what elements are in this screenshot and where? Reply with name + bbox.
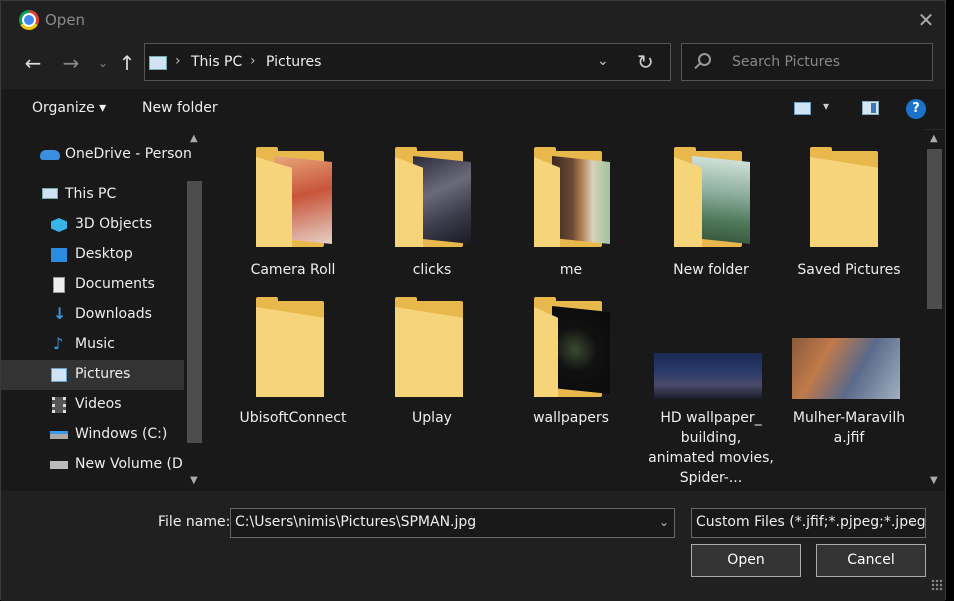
- sidebar-item-windows-c[interactable]: Windows (C:): [1, 420, 184, 450]
- file-name: New folder: [673, 262, 749, 278]
- computer-icon: [42, 188, 58, 199]
- help-icon[interactable]: ?: [906, 99, 926, 119]
- file-list: Camera Roll clicks me New folder Saved P…: [206, 129, 924, 491]
- file-name: me: [559, 262, 583, 278]
- preview-pane-icon[interactable]: [862, 101, 879, 115]
- scroll-up-arrow-icon[interactable]: ▲: [190, 133, 198, 144]
- navigation-pane: OneDrive - Person This PC 3D Objects Des…: [1, 129, 206, 491]
- new-folder-button[interactable]: New folder: [142, 100, 218, 116]
- dialog-footer: File name: C:\Users\nimis\Pictures\SPMAN…: [1, 491, 945, 601]
- file-type-filter-select[interactable]: Custom Files (*.jfif;*.pjpeg;*.jpeg;*.pj…: [691, 508, 926, 538]
- recent-locations-chevron-icon[interactable]: ⌄: [91, 51, 115, 75]
- pictures-location-icon: [149, 56, 167, 70]
- window-title: Open: [45, 11, 86, 29]
- sidebar-item-music[interactable]: ♪ Music: [1, 330, 184, 360]
- breadcrumb-pictures[interactable]: Pictures: [266, 54, 321, 70]
- file-tile-camera-roll[interactable]: Camera Roll: [224, 147, 362, 291]
- file-tile-mulher-maravilha[interactable]: Mulher-Maravilha.jfif: [780, 299, 918, 449]
- file-tile-new-folder[interactable]: New folder: [642, 147, 780, 291]
- pictures-icon: [51, 368, 67, 382]
- file-name-dropdown-chevron-icon[interactable]: ⌄: [659, 515, 669, 529]
- cube-icon: [51, 218, 67, 232]
- refresh-icon[interactable]: ↻: [637, 50, 654, 74]
- forward-arrow-icon[interactable]: →: [59, 51, 83, 75]
- file-name-input[interactable]: C:\Users\nimis\Pictures\SPMAN.jpg: [230, 508, 675, 538]
- file-name: Mulher-Maravilha.jfif: [792, 410, 906, 446]
- view-dropdown-chevron-icon[interactable]: ▾: [823, 99, 829, 113]
- scroll-down-arrow-icon[interactable]: ▼: [190, 475, 198, 486]
- document-icon: [53, 277, 65, 293]
- close-icon[interactable]: ✕: [913, 7, 939, 33]
- file-tile-wallpapers[interactable]: wallpapers: [502, 297, 640, 439]
- file-name: clicks: [412, 262, 452, 278]
- file-name: HD wallpaper_ building, animated movies,…: [648, 410, 774, 486]
- sidebar-item-new-volume-d[interactable]: New Volume (D:): [1, 450, 184, 480]
- sidebar-item-onedrive[interactable]: OneDrive - Person: [1, 140, 192, 170]
- search-placeholder: Search Pictures: [732, 54, 840, 70]
- file-name: Uplay: [412, 410, 452, 426]
- video-icon: [52, 397, 66, 413]
- address-bar[interactable]: › This PC › Pictures ⌄ ↻: [144, 43, 671, 81]
- chrome-icon: [19, 10, 39, 30]
- open-dialog: Open ✕ ← → ⌄ ↑ › This PC › Pictures ⌄ ↻ …: [0, 0, 946, 601]
- file-list-scroll-thumb[interactable]: [927, 149, 942, 309]
- up-arrow-icon[interactable]: ↑: [115, 51, 139, 75]
- change-view-icon[interactable]: [794, 102, 811, 115]
- file-tile-ubisoftconnect[interactable]: UbisoftConnect: [224, 297, 362, 439]
- file-list-scrollbar[interactable]: ▲ ▼: [924, 129, 945, 491]
- organize-button[interactable]: Organize ▾: [32, 100, 106, 116]
- breadcrumb-separator-icon[interactable]: ›: [250, 53, 256, 69]
- back-arrow-icon[interactable]: ←: [21, 51, 45, 75]
- file-name: UbisoftConnect: [239, 410, 347, 426]
- search-box[interactable]: Search Pictures: [681, 43, 933, 81]
- sidebar-item-3d-objects[interactable]: 3D Objects: [1, 210, 184, 240]
- command-toolbar: Organize ▾ New folder ▾ ?: [1, 89, 945, 130]
- file-tile-uplay[interactable]: Uplay: [363, 297, 501, 439]
- sidebar-item-pictures[interactable]: Pictures: [1, 360, 184, 390]
- image-thumbnail: [792, 338, 900, 399]
- file-type-dropdown-chevron-icon[interactable]: ⌄: [909, 515, 919, 529]
- sidebar-scroll-thumb[interactable]: [187, 181, 202, 443]
- navigation-bar: ← → ⌄ ↑ › This PC › Pictures ⌄ ↻ Search …: [1, 39, 945, 89]
- sidebar-item-this-pc[interactable]: This PC: [1, 180, 184, 210]
- address-dropdown-chevron-icon[interactable]: ⌄: [597, 53, 609, 69]
- file-tile-saved-pictures[interactable]: Saved Pictures: [780, 147, 918, 291]
- sidebar-item-videos[interactable]: Videos: [1, 390, 184, 420]
- file-tile-me[interactable]: me: [502, 147, 640, 291]
- drive-icon: [50, 461, 68, 469]
- file-name: Camera Roll: [250, 262, 336, 278]
- sidebar-item-documents[interactable]: Documents: [1, 270, 184, 300]
- music-icon: ♪: [53, 334, 64, 353]
- title-bar: Open ✕: [1, 1, 945, 39]
- sidebar-scrollbar[interactable]: ▲ ▼: [185, 129, 204, 491]
- file-name: Saved Pictures: [797, 262, 901, 278]
- resize-grip-icon[interactable]: [931, 579, 943, 591]
- sidebar-item-desktop[interactable]: Desktop: [1, 240, 184, 270]
- file-tile-hd-wallpaper[interactable]: HD wallpaper_ building, animated movies,…: [642, 299, 780, 491]
- onedrive-icon: [40, 150, 60, 160]
- image-thumbnail: [654, 353, 762, 399]
- open-button[interactable]: Open: [691, 544, 801, 577]
- file-name-label: File name:: [158, 514, 231, 530]
- search-icon: [698, 53, 711, 66]
- breadcrumb-this-pc[interactable]: This PC: [191, 54, 242, 70]
- cancel-button[interactable]: Cancel: [816, 544, 926, 577]
- sidebar-item-downloads[interactable]: ↓ Downloads: [1, 300, 184, 330]
- drive-icon: [50, 431, 68, 439]
- desktop-icon: [51, 248, 67, 262]
- scroll-down-arrow-icon[interactable]: ▼: [930, 475, 938, 486]
- file-tile-clicks[interactable]: clicks: [363, 147, 501, 291]
- download-icon: ↓: [53, 304, 67, 323]
- breadcrumb-separator-icon[interactable]: ›: [175, 53, 181, 69]
- file-name: wallpapers: [533, 410, 609, 426]
- scroll-up-arrow-icon[interactable]: ▲: [930, 133, 938, 144]
